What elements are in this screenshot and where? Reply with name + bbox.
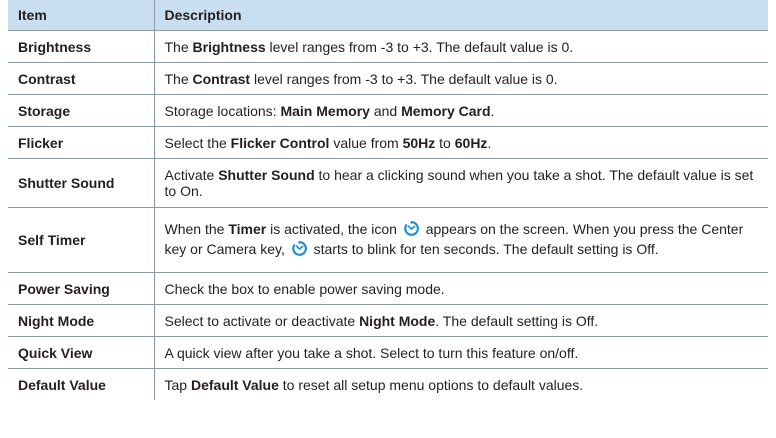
item-cell: Night Mode bbox=[8, 304, 155, 337]
desc-text: . bbox=[487, 134, 492, 151]
self-timer-icon bbox=[291, 240, 308, 260]
desc-text: and bbox=[369, 102, 402, 119]
desc-bold: 60Hz bbox=[454, 134, 488, 151]
table-row-power-saving: Power Saving Check the box to enable pow… bbox=[8, 272, 768, 305]
item-cell: Shutter Sound bbox=[8, 158, 155, 208]
table-row-night-mode: Night Mode Select to activate or deactiv… bbox=[8, 304, 768, 337]
desc-text: starts to blink for ten seconds. The def… bbox=[309, 241, 659, 257]
desc-text: . The default setting is Off. bbox=[435, 312, 599, 329]
desc-bold: Default Value bbox=[190, 376, 279, 393]
desc-bold: Flicker Control bbox=[230, 134, 330, 151]
header-item: Item bbox=[8, 0, 155, 31]
desc-bold: 50Hz bbox=[402, 134, 436, 151]
table-header-row: Item Description bbox=[8, 0, 768, 31]
description-cell: Select to activate or deactivate Night M… bbox=[153, 304, 768, 337]
item-cell: Storage bbox=[8, 94, 155, 127]
desc-text: Select the bbox=[164, 134, 231, 151]
item-cell: Flicker bbox=[8, 126, 155, 159]
table-row-flicker: Flicker Select the Flicker Control value… bbox=[8, 126, 768, 159]
desc-text: Activate bbox=[164, 167, 219, 183]
desc-bold: Night Mode bbox=[359, 312, 436, 329]
desc-text: Select to activate or deactivate bbox=[164, 312, 360, 329]
desc-bold: Main Memory bbox=[280, 102, 370, 119]
desc-text: . bbox=[490, 102, 495, 119]
desc-text: Storage locations: bbox=[164, 102, 281, 119]
description-cell: Select the Flicker Control value from 50… bbox=[153, 126, 768, 159]
desc-bold: Memory Card bbox=[401, 102, 491, 119]
description-cell: The Brightness level ranges from -3 to +… bbox=[153, 30, 768, 63]
item-cell: Quick View bbox=[8, 336, 155, 369]
desc-text: level ranges from -3 to +3. The default … bbox=[250, 70, 558, 87]
table-row-shutter-sound: Shutter Sound Activate Shutter Sound to … bbox=[8, 158, 768, 208]
desc-text: The bbox=[164, 38, 193, 55]
desc-text: Check the box to enable power saving mod… bbox=[164, 280, 445, 297]
desc-text: is activated, the icon bbox=[266, 221, 401, 237]
table-row-default-value: Default Value Tap Default Value to reset… bbox=[8, 368, 768, 400]
settings-table-container: Item Description Brightness The Brightne… bbox=[8, 0, 768, 400]
header-description: Description bbox=[153, 0, 768, 31]
desc-bold: Brightness bbox=[192, 38, 266, 55]
desc-bold: Shutter Sound bbox=[218, 167, 315, 183]
item-cell: Power Saving bbox=[8, 272, 155, 305]
item-cell: Contrast bbox=[8, 62, 155, 95]
item-cell: Default Value bbox=[8, 368, 155, 400]
table-row-quick-view: Quick View A quick view after you take a… bbox=[8, 336, 768, 369]
description-cell: A quick view after you take a shot. Sele… bbox=[153, 336, 768, 369]
desc-text: When the bbox=[164, 221, 229, 237]
settings-table: Item Description Brightness The Brightne… bbox=[8, 0, 768, 400]
description-cell: Check the box to enable power saving mod… bbox=[153, 272, 768, 305]
description-cell: The Contrast level ranges from -3 to +3.… bbox=[153, 62, 768, 95]
desc-text: value from bbox=[329, 134, 403, 151]
desc-text: The bbox=[164, 70, 193, 87]
desc-bold: Contrast bbox=[192, 70, 251, 87]
table-row-storage: Storage Storage locations: Main Memory a… bbox=[8, 94, 768, 127]
desc-text: A quick view after you take a shot. Sele… bbox=[164, 344, 579, 361]
description-cell: Tap Default Value to reset all setup men… bbox=[153, 368, 768, 400]
item-cell: Self Timer bbox=[8, 207, 155, 273]
description-cell: When the Timer is activated, the icon ap… bbox=[153, 207, 768, 273]
description-cell: Storage locations: Main Memory and Memor… bbox=[153, 94, 768, 127]
desc-bold: Timer bbox=[228, 221, 267, 237]
table-row-brightness: Brightness The Brightness level ranges f… bbox=[8, 30, 768, 63]
description-cell: Activate Shutter Sound to hear a clickin… bbox=[153, 158, 768, 208]
table-row-self-timer: Self Timer When the Timer is activated, … bbox=[8, 207, 768, 273]
desc-text: Tap bbox=[164, 376, 191, 393]
desc-text: level ranges from -3 to +3. The default … bbox=[265, 38, 574, 55]
desc-text: to reset all setup menu options to defau… bbox=[278, 376, 584, 393]
self-timer-icon bbox=[403, 220, 420, 240]
table-row-contrast: Contrast The Contrast level ranges from … bbox=[8, 62, 768, 95]
item-cell: Brightness bbox=[8, 30, 155, 63]
desc-text: to bbox=[435, 134, 455, 151]
